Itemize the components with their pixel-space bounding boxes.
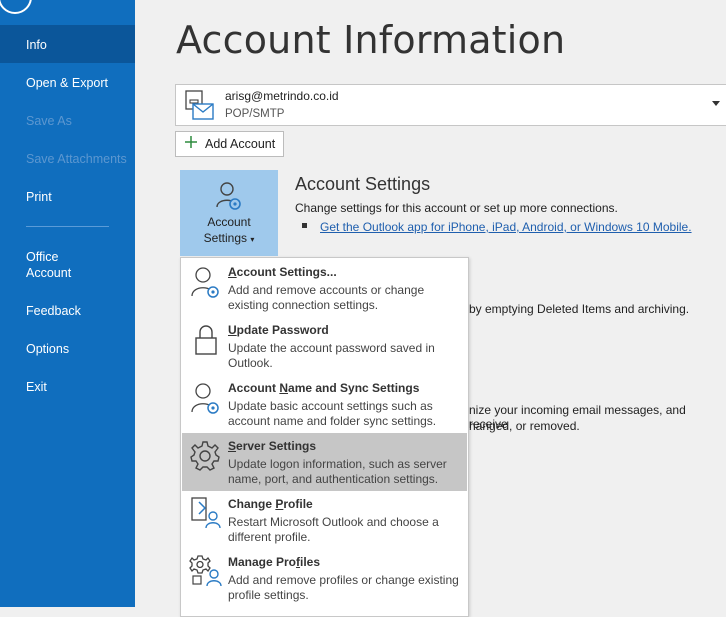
plus-icon (185, 136, 197, 148)
account-email: arisg@metrindo.co.id (225, 89, 339, 103)
gear-icon (189, 438, 223, 472)
sidebar-item-options[interactable]: Options (0, 341, 135, 357)
account-settings-description: Change settings for this account or set … (295, 201, 618, 215)
menu-item-change-profile[interactable]: Change Profile Restart Microsoft Outlook… (182, 491, 467, 549)
manage-profiles-icon (189, 554, 223, 588)
account-selector[interactable]: arisg@metrindo.co.id POP/SMTP (175, 84, 726, 126)
menu-item-title: Server Settings (228, 439, 317, 453)
sidebar-item-print[interactable]: Print (0, 189, 135, 205)
menu-item-manage-profiles[interactable]: Manage Profiles Add and remove profiles … (182, 549, 467, 607)
bullet (302, 223, 307, 228)
account-type: POP/SMTP (225, 108, 285, 120)
sidebar-item-open-export[interactable]: Open & Export (0, 75, 135, 91)
person-gear-icon (216, 180, 244, 217)
menu-item-title: Change Profile (228, 497, 313, 511)
menu-item-server-settings[interactable]: Server Settings Update logon information… (182, 433, 467, 491)
sidebar-item-feedback[interactable]: Feedback (0, 303, 135, 319)
sidebar-divider (26, 226, 109, 227)
menu-item-title: Account Name and Sync Settings (228, 381, 420, 395)
sidebar-item-save-attachments: Save Attachments (26, 152, 127, 166)
add-account-button[interactable]: Add Account (175, 131, 284, 157)
menu-item-title: Manage Profiles (228, 555, 321, 569)
account-settings-button[interactable]: Account Settings ▾ (180, 170, 278, 256)
menu-item-title: Account Settings... (228, 265, 337, 279)
person-gear-icon (189, 264, 223, 298)
back-arrow-icon[interactable] (0, 0, 32, 14)
outlook-app-link[interactable]: Get the Outlook app for iPhone, iPad, An… (320, 220, 692, 234)
add-account-label: Add Account (205, 137, 276, 151)
menu-item-account-settings[interactable]: Account Settings... Add and remove accou… (182, 259, 467, 317)
rules-description-line2: hanged, or removed. (469, 419, 580, 433)
sidebar-item-save-as: Save As (26, 114, 72, 128)
account-settings-tile-label: Account Settings ▾ (203, 215, 255, 245)
account-settings-menu: Account Settings... Add and remove accou… (180, 257, 469, 617)
menu-item-description: Update the account password saved in Out… (228, 341, 435, 370)
chevron-down-icon[interactable] (712, 101, 720, 106)
menu-item-description: Add and remove accounts or change existi… (228, 283, 425, 312)
menu-item-description: Add and remove profiles or change existi… (228, 573, 459, 602)
person-gear-icon (189, 380, 223, 414)
backstage-sidebar: Info Open & Export Save As Save Attachme… (0, 0, 135, 607)
page-title: Account Information (176, 18, 566, 62)
email-account-icon (184, 90, 214, 127)
menu-item-account-name-sync[interactable]: Account Name and Sync Settings Update ba… (182, 375, 467, 433)
menu-item-description: Update basic account settings such as ac… (228, 399, 437, 428)
menu-item-description: Restart Microsoft Outlook and choose a d… (228, 515, 439, 544)
menu-item-description: Update logon information, such as server… (228, 457, 447, 486)
account-settings-heading: Account Settings (295, 174, 431, 194)
sidebar-item-exit[interactable]: Exit (0, 379, 135, 395)
change-profile-icon (189, 496, 223, 530)
menu-item-update-password[interactable]: Update Password Update the account passw… (182, 317, 467, 375)
sidebar-item-info[interactable]: Info (0, 25, 135, 63)
cleanup-description: by emptying Deleted Items and archiving. (469, 302, 690, 316)
menu-item-title: Update Password (228, 323, 329, 337)
sidebar-item-office-account[interactable]: Office Account (0, 249, 100, 281)
lock-icon (189, 322, 223, 356)
